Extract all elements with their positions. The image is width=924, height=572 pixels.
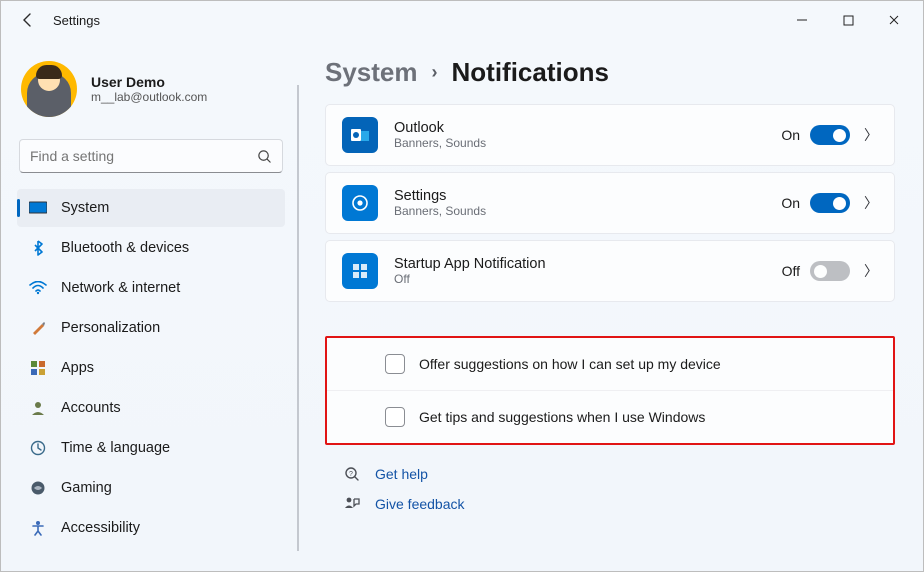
- avatar: [21, 61, 77, 117]
- settings-window: Settings User Demo m__lab@outlook.com: [0, 0, 924, 572]
- bluetooth-icon: [29, 239, 47, 257]
- apps-icon: [29, 359, 47, 377]
- clock-icon: [29, 439, 47, 457]
- toggle-state-label: On: [781, 127, 800, 143]
- nav-label: Network & internet: [61, 280, 180, 296]
- chevron-right-icon: 〉: [864, 261, 878, 281]
- toggle-switch[interactable]: [810, 125, 850, 145]
- breadcrumb-parent[interactable]: System: [325, 57, 418, 88]
- profile-name: User Demo: [91, 74, 207, 90]
- window-controls: [779, 5, 917, 35]
- app-row-settings[interactable]: Settings Banners, Sounds On 〉: [325, 172, 895, 234]
- checkbox[interactable]: [385, 407, 405, 427]
- highlighted-options-group: Offer suggestions on how I can set up my…: [325, 336, 895, 445]
- option-label: Get tips and suggestions when I use Wind…: [419, 409, 705, 425]
- sidebar-item-gaming[interactable]: Gaming: [17, 469, 285, 507]
- brush-icon: [29, 319, 47, 337]
- toggle-state-label: On: [781, 195, 800, 211]
- minimize-button[interactable]: [779, 5, 825, 35]
- nav-label: Accounts: [61, 400, 121, 416]
- app-subtitle: Banners, Sounds: [394, 204, 781, 218]
- sidebar-item-network[interactable]: Network & internet: [17, 269, 285, 307]
- nav-label: Personalization: [61, 320, 160, 336]
- app-title: Settings: [394, 188, 781, 204]
- chevron-right-icon: ›: [432, 62, 438, 83]
- startup-icon: [342, 253, 378, 289]
- option-get-tips[interactable]: Get tips and suggestions when I use Wind…: [327, 391, 893, 443]
- nav-label: Apps: [61, 360, 94, 376]
- search-input[interactable]: [30, 148, 257, 164]
- back-icon: [20, 12, 36, 28]
- sidebar-item-time[interactable]: Time & language: [17, 429, 285, 467]
- search-icon: [257, 149, 272, 164]
- sidebar-item-bluetooth[interactable]: Bluetooth & devices: [17, 229, 285, 267]
- person-icon: [29, 399, 47, 417]
- gaming-icon: [29, 479, 47, 497]
- sidebar-item-personalization[interactable]: Personalization: [17, 309, 285, 347]
- app-title: Startup App Notification: [394, 256, 782, 272]
- wifi-icon: [29, 279, 47, 297]
- nav-list: System Bluetooth & devices Network & int…: [17, 189, 285, 547]
- sidebar-item-apps[interactable]: Apps: [17, 349, 285, 387]
- option-label: Offer suggestions on how I can set up my…: [419, 356, 721, 372]
- main-panel: System › Notifications Outlook Banners, …: [297, 39, 923, 571]
- nav-label: System: [61, 200, 109, 216]
- link-label: Get help: [375, 466, 428, 482]
- sidebar: User Demo m__lab@outlook.com System Blue…: [1, 39, 297, 571]
- toggle-switch[interactable]: [810, 261, 850, 281]
- chevron-right-icon: 〉: [864, 193, 878, 213]
- checkbox[interactable]: [385, 354, 405, 374]
- help-links: ? Get help Give feedback: [325, 465, 895, 513]
- breadcrumb: System › Notifications: [325, 57, 895, 88]
- option-offer-suggestions[interactable]: Offer suggestions on how I can set up my…: [327, 338, 893, 391]
- feedback-icon: [343, 495, 361, 513]
- settings-app-icon: [342, 185, 378, 221]
- back-button[interactable]: [15, 7, 41, 33]
- system-icon: [29, 199, 47, 217]
- link-label: Give feedback: [375, 496, 465, 512]
- profile-email: m__lab@outlook.com: [91, 90, 207, 104]
- give-feedback-link[interactable]: Give feedback: [343, 495, 895, 513]
- nav-label: Gaming: [61, 480, 112, 496]
- accessibility-icon: [29, 519, 47, 537]
- get-help-link[interactable]: ? Get help: [343, 465, 895, 483]
- page-title: Notifications: [452, 57, 609, 88]
- app-row-startup[interactable]: Startup App Notification Off Off 〉: [325, 240, 895, 302]
- outlook-icon: [342, 117, 378, 153]
- toggle-switch[interactable]: [810, 193, 850, 213]
- maximize-button[interactable]: [825, 5, 871, 35]
- nav-label: Time & language: [61, 440, 170, 456]
- window-title: Settings: [53, 13, 100, 28]
- sidebar-item-system[interactable]: System: [17, 189, 285, 227]
- svg-text:?: ?: [349, 471, 353, 478]
- nav-label: Accessibility: [61, 520, 140, 536]
- nav-label: Bluetooth & devices: [61, 240, 189, 256]
- profile-block[interactable]: User Demo m__lab@outlook.com: [17, 57, 285, 135]
- search-box[interactable]: [19, 139, 283, 173]
- app-title: Outlook: [394, 120, 781, 136]
- app-subtitle: Banners, Sounds: [394, 136, 781, 150]
- scroll-indicator: [297, 85, 299, 551]
- sidebar-item-accessibility[interactable]: Accessibility: [17, 509, 285, 547]
- titlebar: Settings: [1, 1, 923, 39]
- app-subtitle: Off: [394, 272, 782, 286]
- sidebar-item-accounts[interactable]: Accounts: [17, 389, 285, 427]
- close-button[interactable]: [871, 5, 917, 35]
- toggle-state-label: Off: [782, 263, 800, 279]
- chevron-right-icon: 〉: [864, 125, 878, 145]
- app-row-outlook[interactable]: Outlook Banners, Sounds On 〉: [325, 104, 895, 166]
- help-icon: ?: [343, 465, 361, 483]
